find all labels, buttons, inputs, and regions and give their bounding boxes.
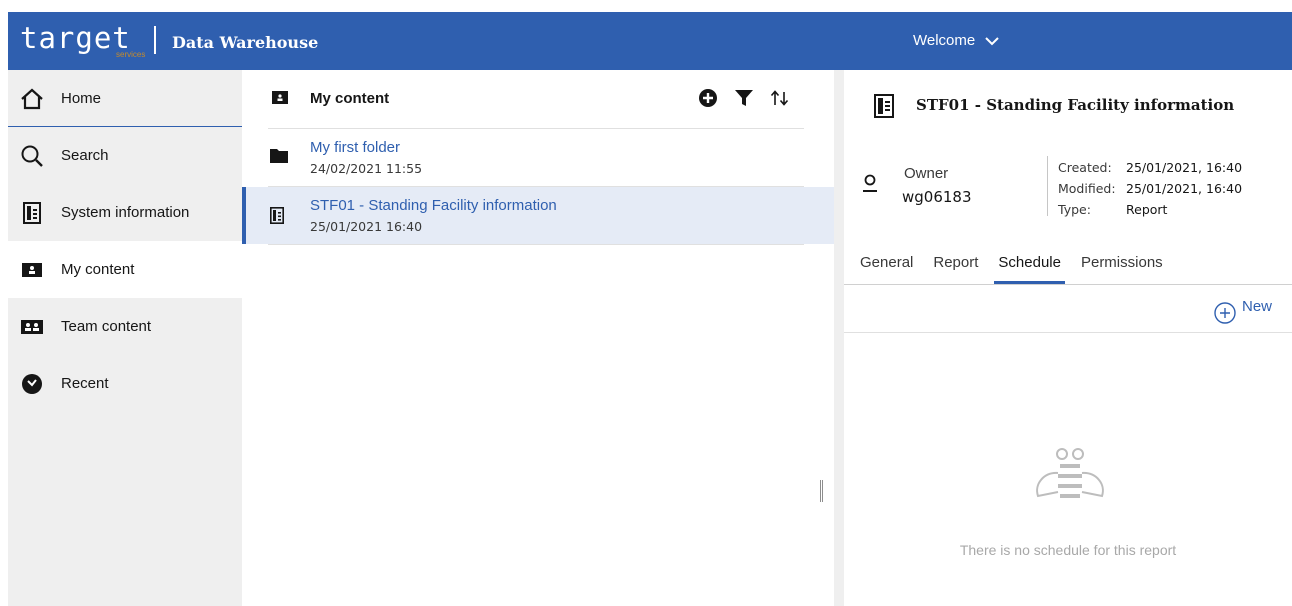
- welcome-label: Welcome: [913, 32, 976, 49]
- sidebar: Home Search System information My conten…: [8, 70, 242, 606]
- selection-indicator: [242, 187, 246, 244]
- modified-label: Modified:: [1058, 181, 1116, 196]
- created-label: Created:: [1058, 160, 1112, 175]
- recent-clock-icon: [20, 372, 44, 396]
- filter-icon[interactable]: [734, 88, 754, 108]
- empty-state-message: There is no schedule for this report: [959, 542, 1177, 558]
- list-item-name[interactable]: STF01 - Standing Facility information: [310, 197, 557, 214]
- my-content-icon: [20, 258, 44, 282]
- bee-illustration-icon: [1030, 446, 1110, 521]
- panel-resize-handle[interactable]: [820, 480, 823, 502]
- type-label: Type:: [1058, 202, 1091, 217]
- list-item-name[interactable]: My first folder: [310, 139, 400, 156]
- report-icon: [270, 207, 284, 229]
- type-value: Report: [1126, 202, 1168, 217]
- row-divider: [268, 244, 804, 245]
- tab-schedule[interactable]: Schedule: [994, 254, 1065, 284]
- list-item[interactable]: My first folder 24/02/2021 11:55: [242, 129, 834, 186]
- modified-value: 25/01/2021, 16:40: [1126, 181, 1243, 196]
- add-icon[interactable]: [698, 88, 718, 108]
- page-title: My content: [310, 90, 390, 107]
- content-list-panel: My content My first folder 24/02/2021 11…: [242, 70, 834, 606]
- details-panel: STF01 - Standing Facility information Ow…: [844, 70, 1292, 606]
- add-circle-icon: [1214, 302, 1236, 324]
- list-item[interactable]: STF01 - Standing Facility information 25…: [242, 187, 834, 244]
- details-title: STF01 - Standing Facility information: [916, 96, 1235, 114]
- toolbar-divider: [844, 332, 1292, 333]
- owner-label: Owner: [904, 165, 949, 182]
- user-icon: [862, 174, 878, 197]
- welcome-menu[interactable]: Welcome: [913, 32, 999, 49]
- target-services-logo[interactable]: target services: [20, 21, 156, 61]
- app-title: Data Warehouse: [172, 33, 319, 52]
- sidebar-item-team-content[interactable]: Team content: [8, 298, 242, 355]
- home-icon: [20, 87, 44, 111]
- sidebar-item-recent[interactable]: Recent: [8, 355, 242, 412]
- panel-divider: [834, 70, 844, 606]
- chevron-down-icon: [985, 36, 999, 45]
- content-header: My content: [242, 70, 834, 127]
- sidebar-item-label: System information: [61, 204, 190, 221]
- tabs-divider: [844, 284, 1292, 285]
- list-item-date: 25/01/2021 16:40: [310, 219, 423, 234]
- tab-permissions[interactable]: Permissions: [1081, 254, 1163, 284]
- report-icon: [874, 94, 894, 123]
- sidebar-item-my-content[interactable]: My content: [8, 241, 242, 298]
- new-schedule-button[interactable]: New: [1214, 298, 1272, 324]
- created-value: 25/01/2021, 16:40: [1126, 160, 1243, 175]
- owner-value: wg06183: [902, 188, 972, 206]
- sidebar-item-home[interactable]: Home: [8, 70, 242, 127]
- sidebar-item-label: Team content: [61, 318, 152, 335]
- sidebar-item-search[interactable]: Search: [8, 127, 242, 184]
- new-label: New: [1242, 297, 1273, 315]
- meta-divider: [1047, 156, 1048, 216]
- logo-text: target: [20, 21, 131, 55]
- metadata-list: Created: 25/01/2021, 16:40 Modified: 25/…: [1058, 157, 1242, 220]
- sidebar-item-label: My content: [61, 261, 135, 278]
- logo-subtext: services: [116, 50, 146, 59]
- logo-divider: [154, 26, 156, 54]
- folder-icon: [270, 149, 288, 168]
- tab-report[interactable]: Report: [933, 254, 978, 284]
- search-icon: [20, 144, 44, 168]
- details-tabs: General Report Schedule Permissions: [860, 254, 1163, 286]
- content-toolbar: [698, 88, 790, 108]
- sidebar-item-label: Search: [61, 147, 109, 164]
- report-icon: [20, 201, 44, 225]
- team-content-icon: [20, 315, 44, 339]
- created-row: Created: 25/01/2021, 16:40: [1058, 157, 1242, 178]
- tab-general[interactable]: General: [860, 254, 913, 284]
- sidebar-item-label: Recent: [61, 375, 109, 392]
- top-bar: target services Data Warehouse Welcome: [8, 12, 1292, 70]
- type-row: Type: Report: [1058, 199, 1242, 220]
- list-item-date: 24/02/2021 11:55: [310, 161, 423, 176]
- modified-row: Modified: 25/01/2021, 16:40: [1058, 178, 1242, 199]
- sidebar-item-system-information[interactable]: System information: [8, 184, 242, 241]
- my-content-icon: [272, 91, 288, 109]
- sort-icon[interactable]: [770, 88, 790, 108]
- sidebar-item-label: Home: [61, 90, 102, 107]
